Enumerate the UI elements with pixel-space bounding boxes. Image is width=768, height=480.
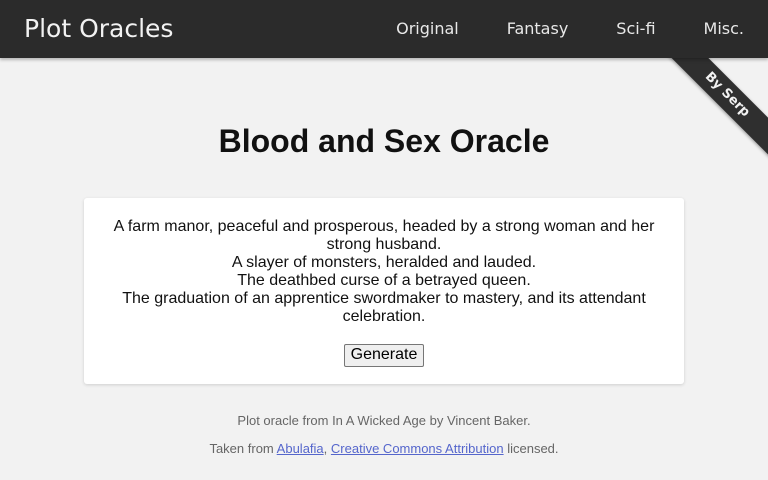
nav-link-sci-fi[interactable]: Sci-fi xyxy=(616,19,655,39)
by-serp-ribbon[interactable]: By Serp xyxy=(658,58,768,165)
result-line-2: A slayer of monsters, heralded and laude… xyxy=(231,254,537,271)
brand-link[interactable]: Plot Oracles xyxy=(24,13,173,45)
page-title: Blood and Sex Oracle xyxy=(218,123,550,159)
ribbon-container: By Serp xyxy=(658,58,768,168)
abulafia-link[interactable]: Abulafia xyxy=(277,441,324,456)
licensed-text: licensed. xyxy=(507,441,559,456)
nav-link-misc[interactable]: Misc. xyxy=(704,19,744,39)
result-line-1: A farm manor, peaceful and prosperous, h… xyxy=(113,218,655,253)
navbar: Plot Oracles Original Fantasy Sci-fi Mis… xyxy=(0,0,768,58)
nav-link-original[interactable]: Original xyxy=(396,19,459,39)
generate-button[interactable]: Generate xyxy=(343,344,425,367)
comma-text: , xyxy=(323,441,328,456)
taken-from-text: Taken from xyxy=(209,441,274,456)
credit-text: Plot oracle from In A Wicked Age by Vinc… xyxy=(237,413,531,428)
result-line-3: The deathbed curse of a betrayed queen. xyxy=(237,272,531,289)
result-line-4: The graduation of an apprentice swordmak… xyxy=(122,290,646,325)
nav-links: Original Fantasy Sci-fi Misc. xyxy=(348,0,744,58)
source-text: Taken from Abulafia, Creative Commons At… xyxy=(0,441,768,457)
nav-link-fantasy[interactable]: Fantasy xyxy=(507,19,569,39)
license-link[interactable]: Creative Commons Attribution xyxy=(331,441,504,456)
oracle-result-card: A farm manor, peaceful and prosperous, h… xyxy=(84,198,684,384)
